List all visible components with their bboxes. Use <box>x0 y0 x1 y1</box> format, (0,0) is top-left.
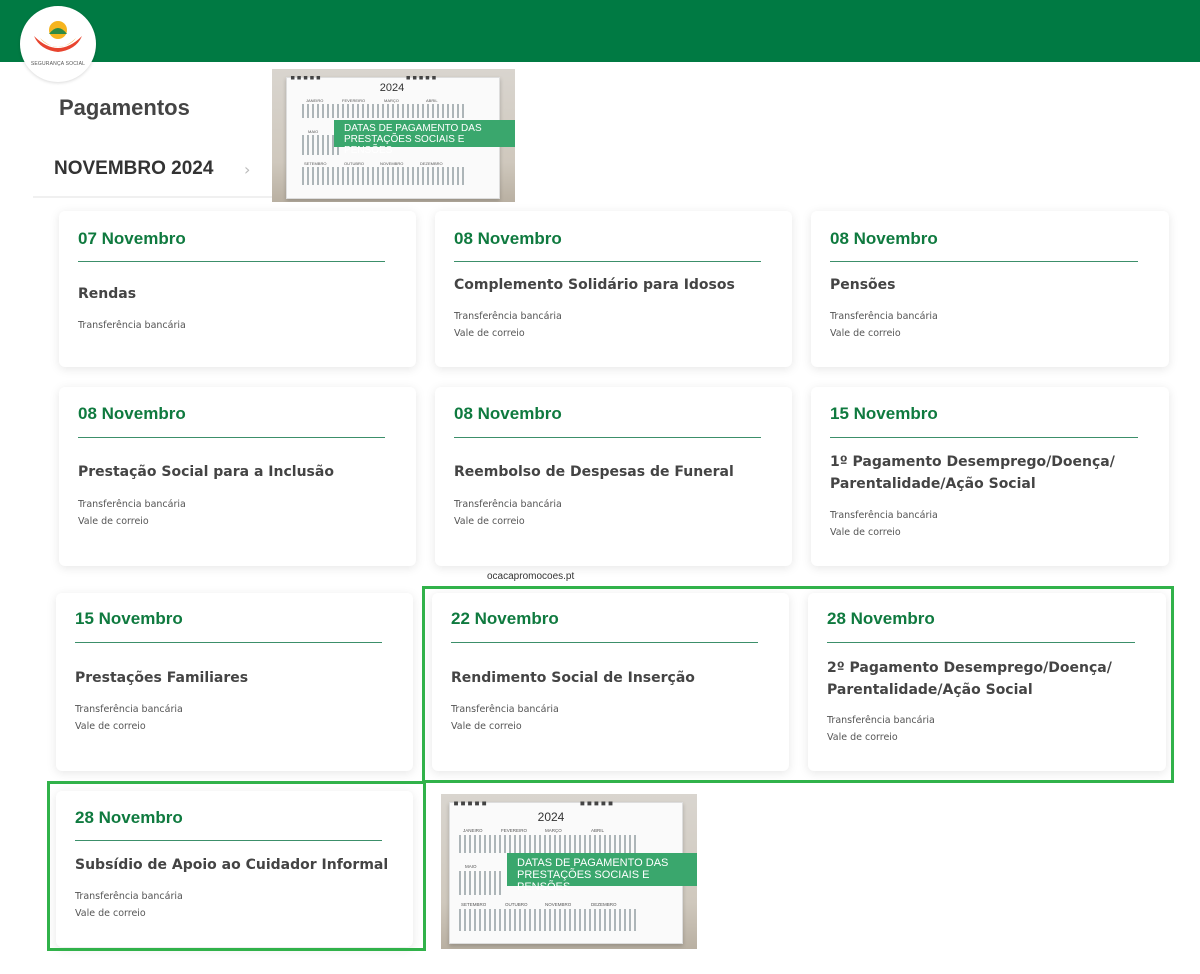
top-header-bar <box>0 0 1200 62</box>
month-label: FEVEREIRO <box>342 98 366 103</box>
promo-calendar-image-top: ▪▪▪▪▪ ▪▪▪▪▪ ▪▪▪▪▪ 2024 JANEIRO FEVEREIRO… <box>272 69 515 202</box>
card-title: Pensões <box>830 277 896 293</box>
month-label: MARÇO <box>384 98 399 103</box>
card-title: Reembolso de Despesas de Funeral <box>454 464 734 480</box>
card-divider <box>830 437 1138 438</box>
card-date: 08 Novembro <box>454 229 562 248</box>
payment-card[interactable]: 08 Novembro Prestação Social para a Incl… <box>59 387 416 566</box>
card-title: Rendas <box>78 286 137 302</box>
seguranca-social-logo[interactable]: SEGURANÇA SOCIAL <box>20 6 96 82</box>
calendar-rings: ▪▪▪▪▪ ▪▪▪▪▪ ▪▪▪▪▪ <box>453 798 697 809</box>
calendar-year: 2024 <box>537 810 565 824</box>
chevron-right-icon[interactable]: › <box>244 160 250 179</box>
calendar-year: 2024 <box>379 82 405 94</box>
card-date: 15 Novembro <box>830 404 938 423</box>
month-label: OUTUBRO <box>505 902 528 907</box>
payment-card[interactable]: 15 Novembro 1º Pagamento Desemprego/Doen… <box>811 387 1169 566</box>
promo-banner-line2: PRESTAÇÕES SOCIAIS E PENSÕES <box>517 869 650 894</box>
page-title: Pagamentos <box>59 95 190 120</box>
payment-method: Vale de correio <box>830 328 901 339</box>
payment-card[interactable]: 15 Novembro Prestações Familiares Transf… <box>56 593 413 771</box>
month-title: NOVEMBRO 2024 <box>54 158 214 179</box>
promo-banner-line2: PRESTAÇÕES SOCIAIS E PENSÕES <box>344 134 465 156</box>
payment-method: Vale de correio <box>830 527 901 538</box>
month-label: DEZEMBRO <box>420 161 443 166</box>
card-date: 15 Novembro <box>75 609 183 628</box>
payment-card[interactable]: 08 Novembro Reembolso de Despesas de Fun… <box>435 387 792 566</box>
highlight-outline-cuidador <box>47 781 426 951</box>
month-label: SETEMBRO <box>461 902 487 907</box>
calendar-days <box>302 167 466 185</box>
payment-card[interactable]: 08 Novembro Pensões Transferência bancár… <box>811 211 1169 367</box>
promo-banner: DATAS DE PAGAMENTO DAS PRESTAÇÕES SOCIAI… <box>507 853 697 893</box>
payment-method: Vale de correio <box>454 516 525 527</box>
card-title: Prestações Familiares <box>75 670 249 686</box>
card-title-line: Parentalidade/Ação Social <box>830 476 1036 492</box>
calendar-days <box>302 104 466 118</box>
month-label: NOVEMBRO <box>545 902 572 907</box>
payment-card[interactable]: 07 Novembro Rendas Transferência bancári… <box>59 211 416 367</box>
month-label: JANEIRO <box>306 98 324 103</box>
calendar-days <box>459 835 639 853</box>
card-date: 07 Novembro <box>78 229 186 248</box>
card-title-line: 1º Pagamento Desemprego/Doença/ <box>830 454 1115 470</box>
payment-method: Transferência bancária <box>830 510 938 521</box>
card-divider <box>830 261 1138 262</box>
month-label: JANEIRO <box>463 828 483 833</box>
card-divider <box>454 437 761 438</box>
card-title: Complemento Solidário para Idosos <box>454 277 735 293</box>
month-label: OUTUBRO <box>344 161 364 166</box>
payment-method: Transferência bancária <box>454 311 562 322</box>
card-date: 08 Novembro <box>454 404 562 423</box>
month-label: MAIO <box>308 129 319 134</box>
payment-method: Transferência bancária <box>454 499 562 510</box>
payment-method: Vale de correio <box>454 328 525 339</box>
logo-text: SEGURANÇA SOCIAL <box>30 61 86 67</box>
card-title: Prestação Social para a Inclusão <box>78 464 334 480</box>
payment-method: Transferência bancária <box>78 499 186 510</box>
payment-method: Transferência bancária <box>75 704 183 715</box>
promo-banner: DATAS DE PAGAMENTO DAS PRESTAÇÕES SOCIAI… <box>334 120 515 156</box>
payment-card[interactable]: 08 Novembro Complemento Solidário para I… <box>435 211 792 367</box>
card-date: 08 Novembro <box>830 229 938 248</box>
highlight-outline-row3 <box>422 586 1174 783</box>
month-label: ABRIL <box>591 828 605 833</box>
promo-banner-line1: DATAS DE PAGAMENTO DAS <box>344 123 482 134</box>
month-label: FEVEREIRO <box>501 828 528 833</box>
watermark-text: ocacapromocoes.pt <box>487 571 575 582</box>
calendar-days <box>459 909 639 931</box>
payment-method: Vale de correio <box>75 721 146 732</box>
promo-calendar-image-bottom: ▪▪▪▪▪ ▪▪▪▪▪ ▪▪▪▪▪ 2024 JANEIRO FEVEREIRO… <box>441 794 697 949</box>
card-date: 08 Novembro <box>78 404 186 423</box>
month-label: SETEMBRO <box>304 161 327 166</box>
card-divider <box>78 437 385 438</box>
month-label: NOVEMBRO <box>380 161 404 166</box>
promo-banner-line1: DATAS DE PAGAMENTO DAS <box>517 857 669 869</box>
payment-method: Transferência bancária <box>830 311 938 322</box>
month-label: MAIO <box>465 864 477 869</box>
calendar-days <box>459 871 503 895</box>
card-divider <box>78 261 385 262</box>
payment-method: Vale de correio <box>78 516 149 527</box>
card-divider <box>454 261 761 262</box>
card-divider <box>75 642 382 643</box>
month-label: DEZEMBRO <box>591 902 617 907</box>
month-label: MARÇO <box>545 828 562 833</box>
month-label: ABRIL <box>426 98 438 103</box>
payment-method: Transferência bancária <box>78 320 186 331</box>
month-divider <box>33 196 273 198</box>
logo-emblem-icon <box>34 21 82 52</box>
